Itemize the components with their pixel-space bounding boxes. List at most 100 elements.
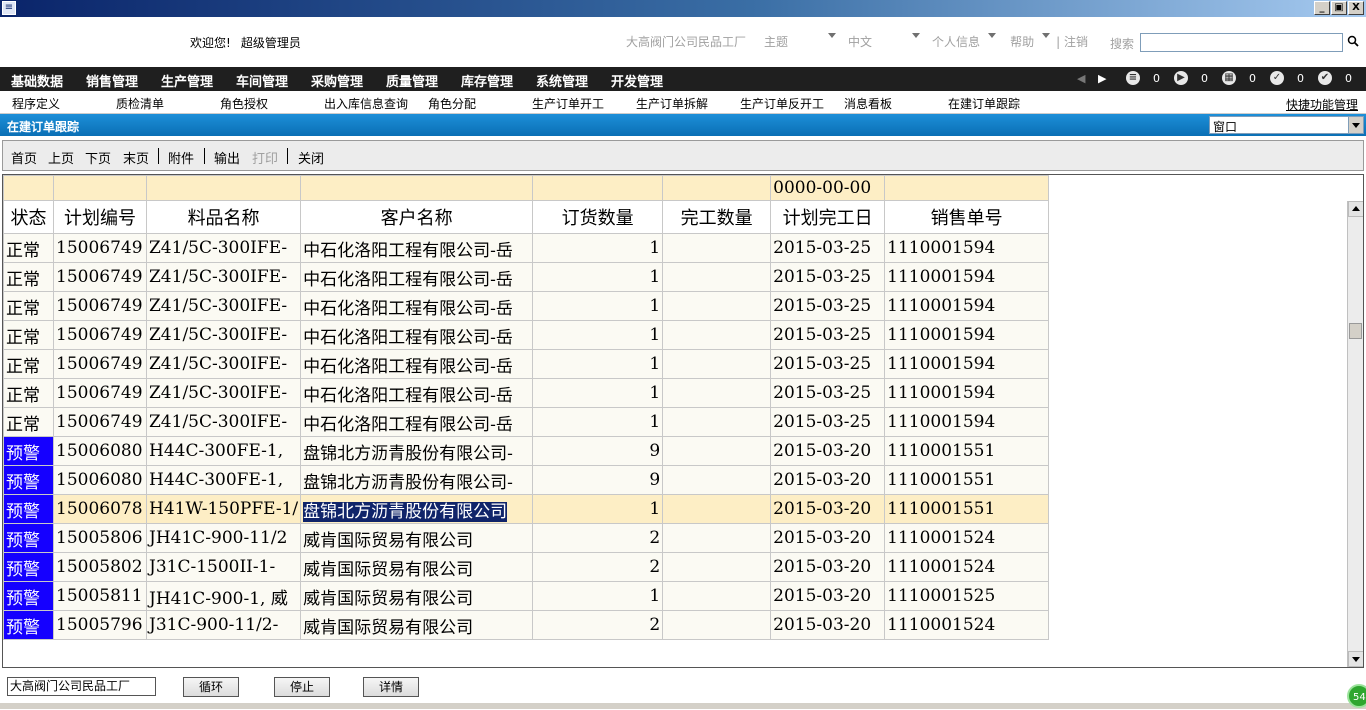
- cell-plan-no[interactable]: 15006749: [53, 378, 147, 408]
- table-row[interactable]: 正常 15006749 Z41/5C-300IFE- 中石化洛阳工程有限公司-岳 1 20…: [3, 378, 1050, 408]
- cell-plan-date[interactable]: 2015-03-20: [770, 494, 886, 524]
- vertical-scrollbar[interactable]: [1347, 201, 1363, 667]
- cell-status[interactable]: 正常: [3, 378, 54, 408]
- cell-order-qty[interactable]: 1: [532, 233, 664, 263]
- col-header-status[interactable]: 状态: [3, 200, 54, 234]
- menu-quality[interactable]: 质量管理: [386, 71, 438, 90]
- cell-order-qty[interactable]: 2: [532, 523, 664, 553]
- menu-system[interactable]: 系统管理: [536, 71, 588, 90]
- cell-customer[interactable]: 盘锦北方沥青股份有限公司: [300, 494, 534, 524]
- cell-sales-no[interactable]: 1110001594: [884, 320, 1050, 350]
- cell-done-qty[interactable]: [662, 494, 772, 524]
- first-page-button[interactable]: 首页: [11, 148, 37, 167]
- cell-plan-date[interactable]: 2015-03-20: [770, 581, 886, 611]
- cell-plan-date[interactable]: 2015-03-25: [770, 320, 886, 350]
- col-header-customer[interactable]: 客户名称: [300, 200, 534, 234]
- cell-done-qty[interactable]: [662, 291, 772, 321]
- cell-order-qty[interactable]: 1: [532, 349, 664, 379]
- menu-production[interactable]: 生产管理: [161, 71, 213, 90]
- cell-sales-no[interactable]: 1110001524: [884, 552, 1050, 582]
- cell-status[interactable]: 正常: [3, 349, 54, 379]
- chevron-down-icon[interactable]: [1348, 117, 1363, 133]
- close-window-button[interactable]: X: [1348, 1, 1364, 15]
- personal-info-menu[interactable]: 个人信息: [932, 33, 980, 50]
- cell-item-name[interactable]: Z41/5C-300IFE-: [145, 233, 302, 263]
- cell-sales-no[interactable]: 1110001551: [884, 494, 1050, 524]
- cell-order-qty[interactable]: 1: [532, 407, 664, 437]
- filter-cell[interactable]: [300, 175, 534, 201]
- theme-menu[interactable]: 主题: [764, 33, 788, 50]
- cell-customer[interactable]: 中石化洛阳工程有限公司-岳: [300, 262, 534, 292]
- col-header-order-qty[interactable]: 订货数量: [532, 200, 664, 234]
- cell-customer[interactable]: 中石化洛阳工程有限公司-岳: [300, 291, 534, 321]
- cell-item-name[interactable]: JH41C-900-11/2: [145, 523, 302, 553]
- stop-button[interactable]: 停止: [274, 677, 330, 697]
- menu-basic-data[interactable]: 基础数据: [11, 71, 63, 90]
- cell-status[interactable]: 预警: [3, 494, 54, 524]
- cell-plan-no[interactable]: 15006749: [53, 262, 147, 292]
- search-input[interactable]: [1140, 33, 1343, 52]
- prev-page-button[interactable]: 上页: [48, 148, 74, 167]
- cell-done-qty[interactable]: [662, 552, 772, 582]
- cell-customer[interactable]: 威肯国际贸易有限公司: [300, 523, 534, 553]
- chevron-down-icon[interactable]: [828, 33, 837, 38]
- cell-customer[interactable]: 威肯国际贸易有限公司: [300, 581, 534, 611]
- cell-sales-no[interactable]: 1110001524: [884, 610, 1050, 640]
- arrow-left-icon[interactable]: ◀: [1077, 72, 1085, 85]
- menu-sales[interactable]: 销售管理: [86, 71, 138, 90]
- close-button[interactable]: 关闭: [298, 148, 324, 167]
- cell-plan-date[interactable]: 2015-03-20: [770, 436, 886, 466]
- cell-plan-no[interactable]: 15006749: [53, 233, 147, 263]
- language-menu[interactable]: 中文: [848, 33, 872, 50]
- cell-done-qty[interactable]: [662, 523, 772, 553]
- window-select[interactable]: 窗口: [1209, 116, 1364, 134]
- cell-plan-no[interactable]: 15005802: [53, 552, 147, 582]
- print-button[interactable]: 打印: [252, 148, 278, 167]
- cell-item-name[interactable]: Z41/5C-300IFE-: [145, 320, 302, 350]
- filter-date-cell[interactable]: 0000-00-00: [770, 175, 886, 201]
- last-page-button[interactable]: 末页: [123, 148, 149, 167]
- cell-done-qty[interactable]: [662, 465, 772, 495]
- cell-status[interactable]: 预警: [3, 552, 54, 582]
- cell-done-qty[interactable]: [662, 436, 772, 466]
- cell-plan-no[interactable]: 15006749: [53, 291, 147, 321]
- cell-done-qty[interactable]: [662, 349, 772, 379]
- quick-link-order-start[interactable]: 生产订单开工: [532, 95, 604, 112]
- filter-cell[interactable]: [53, 175, 147, 201]
- cell-item-name[interactable]: Z41/5C-300IFE-: [145, 349, 302, 379]
- cell-plan-date[interactable]: 2015-03-20: [770, 523, 886, 553]
- quick-link-order-split[interactable]: 生产订单拆解: [636, 95, 708, 112]
- quick-link-order-unstart[interactable]: 生产订单反开工: [740, 95, 824, 112]
- table-row[interactable]: 正常 15006749 Z41/5C-300IFE- 中石化洛阳工程有限公司-岳 1 20…: [3, 407, 1050, 437]
- cell-sales-no[interactable]: 1110001594: [884, 349, 1050, 379]
- quick-links-manage[interactable]: 快捷功能管理: [1286, 96, 1358, 113]
- cell-order-qty[interactable]: 1: [532, 494, 664, 524]
- scroll-up-icon[interactable]: [1348, 201, 1363, 217]
- help-menu[interactable]: 帮助: [1010, 33, 1034, 50]
- cell-done-qty[interactable]: [662, 320, 772, 350]
- quick-link-role-assign[interactable]: 角色分配: [428, 95, 476, 112]
- cell-order-qty[interactable]: 1: [532, 262, 664, 292]
- cell-plan-no[interactable]: 15006749: [53, 349, 147, 379]
- cell-item-name[interactable]: J31C-900-11/2-: [145, 610, 302, 640]
- cell-item-name[interactable]: Z41/5C-300IFE-: [145, 378, 302, 408]
- cell-order-qty[interactable]: 1: [532, 581, 664, 611]
- filter-cell[interactable]: [3, 175, 54, 201]
- cell-status[interactable]: 预警: [3, 523, 54, 553]
- logout-link[interactable]: | 注销: [1056, 33, 1088, 50]
- cell-plan-no[interactable]: 15006080: [53, 465, 147, 495]
- cell-order-qty[interactable]: 1: [532, 378, 664, 408]
- quick-link-message-board[interactable]: 消息看板: [844, 95, 892, 112]
- cell-plan-no[interactable]: 15006080: [53, 436, 147, 466]
- cell-done-qty[interactable]: [662, 262, 772, 292]
- table-row[interactable]: 预警 15005796 J31C-900-11/2- 威肯国际贸易有限公司 2 2015-…: [3, 610, 1050, 640]
- filter-cell[interactable]: [532, 175, 664, 201]
- cell-customer[interactable]: 中石化洛阳工程有限公司-岳: [300, 320, 534, 350]
- cell-plan-date[interactable]: 2015-03-25: [770, 233, 886, 263]
- col-header-plan-no[interactable]: 计划编号: [53, 200, 147, 234]
- cell-plan-no[interactable]: 15005811: [53, 581, 147, 611]
- col-header-sales-no[interactable]: 销售单号: [884, 200, 1050, 234]
- chevron-down-icon[interactable]: [988, 33, 997, 38]
- chevron-down-icon[interactable]: [912, 33, 921, 38]
- scroll-thumb[interactable]: [1349, 323, 1362, 339]
